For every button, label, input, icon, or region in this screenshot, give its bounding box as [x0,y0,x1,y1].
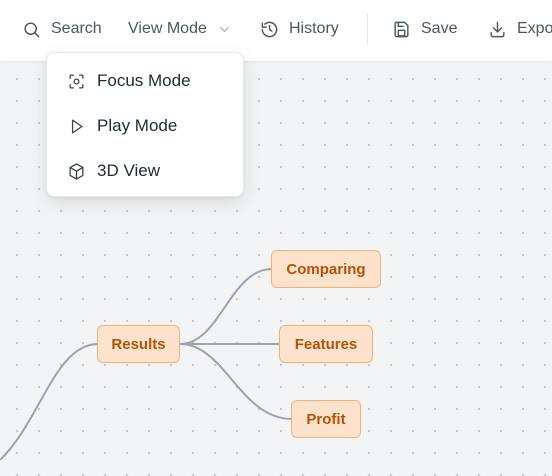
menu-item-3d-view[interactable]: 3D View [47,151,243,191]
save-button[interactable]: Save [392,17,457,41]
view-mode-label: View Mode [128,20,207,37]
menu-item-play-mode[interactable]: Play Mode [47,106,243,146]
view-mode-menu: Focus Mode Play Mode 3D View [46,52,244,197]
menu-item-label: Focus Mode [97,71,191,90]
node-label: Results [111,335,166,353]
view-mode-dropdown[interactable]: View Mode [128,17,232,41]
node-results[interactable]: Results [97,325,180,363]
node-label: Features [294,335,358,353]
save-label: Save [421,20,458,37]
mindmap-editor: Search View Mode History Save Expo Resul… [0,0,552,476]
node-comparing[interactable]: Comparing [271,250,381,288]
chevron-down-icon [220,26,229,32]
search-icon [24,21,40,37]
export-label: Expo [517,20,552,37]
toolbar-divider [367,13,368,45]
export-button[interactable]: Expo [488,17,552,41]
save-icon [394,21,409,37]
edge-root-results [0,343,99,461]
menu-item-label: 3D View [97,161,160,180]
cube-icon [69,162,84,180]
node-features[interactable]: Features [279,325,373,363]
node-profit[interactable]: Profit [291,400,361,438]
play-icon [71,119,83,133]
menu-item-label: Play Mode [97,116,178,135]
focus-icon [69,74,84,88]
history-icon [261,21,278,37]
menu-item-focus-mode[interactable]: Focus Mode [47,61,243,101]
history-button[interactable]: History [260,17,339,41]
edge-results-profit [179,343,293,420]
search-button[interactable]: Search [22,17,102,41]
history-label: History [289,20,339,37]
node-label: Profit [306,410,346,428]
download-icon [490,21,505,37]
node-label: Comparing [286,260,366,278]
search-label: Search [51,20,102,37]
edge-results-comparing [179,268,273,345]
